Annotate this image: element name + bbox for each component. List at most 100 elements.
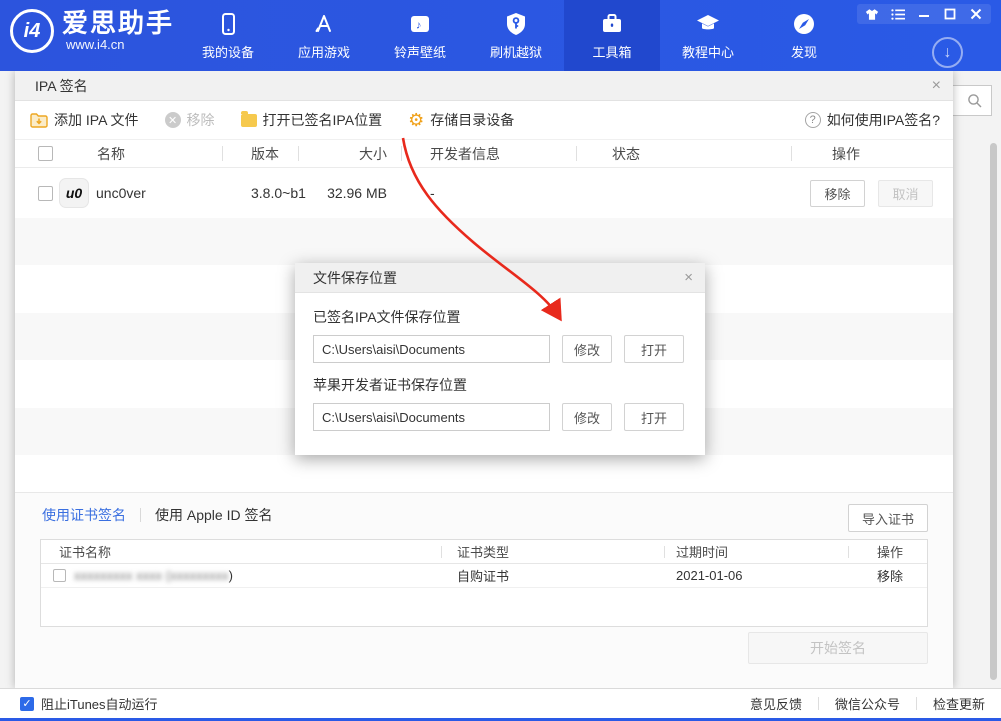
shirt-icon (865, 8, 879, 21)
phone-icon (215, 11, 241, 37)
cert-name-redacted: xxxxxxxxx xxxx (xxxxxxxxx (74, 568, 229, 583)
tab-cert-sign[interactable]: 使用证书签名 (42, 505, 126, 525)
cert-type: 自购证书 (442, 566, 664, 585)
graduation-cap-icon (695, 11, 721, 37)
minimize-button[interactable] (913, 6, 935, 22)
question-icon: ? (805, 112, 821, 128)
dev-cert-modify-button[interactable]: 修改 (562, 403, 612, 431)
row-remove-button[interactable]: 移除 (810, 180, 865, 207)
dev-cert-location-label: 苹果开发者证书保存位置 (313, 375, 687, 395)
developer-info: - (402, 185, 576, 201)
app-size: 32.96 MB (299, 185, 387, 201)
appstore-icon (311, 11, 337, 37)
col-cert-expire: 过期时间 (665, 542, 848, 561)
app-window: i4 爱思助手 www.i4.cn 我的设备 应用游戏 ♪ 铃声壁纸 刷机越狱 (0, 0, 1001, 721)
cert-remove-link[interactable]: 移除 (849, 566, 927, 585)
import-cert-button[interactable]: 导入证书 (848, 504, 928, 532)
gear-icon: ⚙ (408, 111, 424, 129)
col-developer: 开发者信息 (402, 144, 576, 164)
row-checkbox[interactable] (38, 186, 53, 201)
help-link[interactable]: ? 如何使用IPA签名? (805, 110, 940, 130)
brand-name: 爱思助手 (62, 9, 174, 37)
cert-table-header: 证书名称 证书类型 过期时间 操作 (41, 540, 927, 564)
col-name: 名称 (60, 144, 222, 164)
maximize-button[interactable] (939, 6, 961, 22)
nav-item-discover[interactable]: 发现 (756, 0, 852, 71)
window-controls (857, 4, 991, 24)
storage-dir-button[interactable]: ⚙ 存储目录设备 (408, 110, 514, 130)
panel-toolbar: 添加 IPA 文件 ✕ 移除 打开已签名IPA位置 ⚙ 存储目录设备 ? 如何使… (15, 101, 953, 140)
scrollbar[interactable] (990, 143, 997, 680)
theme-skin-button[interactable] (861, 6, 883, 22)
col-status: 状态 (577, 144, 791, 164)
nav-item-toolbox[interactable]: 工具箱 (564, 0, 660, 71)
search-icon (967, 93, 983, 109)
cert-checkbox[interactable] (53, 569, 66, 582)
block-itunes-toggle[interactable]: ✓ 阻止iTunes自动运行 (20, 694, 158, 713)
check-update-link[interactable]: 检查更新 (933, 694, 985, 713)
down-arrow-icon: ↓ (944, 44, 952, 62)
col-cert-operation: 操作 (849, 542, 927, 561)
shield-key-icon (503, 11, 529, 37)
add-ipa-button[interactable]: 添加 IPA 文件 (30, 110, 139, 130)
folder-icon (241, 114, 257, 127)
dev-cert-open-button[interactable]: 打开 (624, 403, 684, 431)
close-icon (970, 8, 982, 20)
toolbox-icon (599, 11, 625, 37)
menu-list-icon (891, 8, 906, 21)
panel-close-icon[interactable]: × (932, 78, 941, 94)
panel-titlebar: IPA 签名 × (15, 71, 953, 101)
close-button[interactable] (965, 6, 987, 22)
dialog-close-icon[interactable]: × (684, 269, 693, 286)
col-size: 大小 (299, 144, 387, 164)
table-row[interactable]: u0 unc0ver 3.8.0~b1 32.96 MB - 移除 取消 (15, 168, 953, 218)
app-header: i4 爱思助手 www.i4.cn 我的设备 应用游戏 ♪ 铃声壁纸 刷机越狱 (0, 0, 1001, 71)
status-bar: ✓ 阻止iTunes自动运行 意见反馈 微信公众号 检查更新 (0, 688, 1001, 718)
unc0ver-app-icon: u0 (59, 178, 89, 208)
sign-tabs: 使用证书签名 使用 Apple ID 签名 (42, 505, 272, 525)
start-sign-button[interactable]: 开始签名 (748, 632, 928, 664)
signed-ipa-modify-button[interactable]: 修改 (562, 335, 612, 363)
col-operation: 操作 (792, 144, 953, 164)
cert-row[interactable]: xxxxxxxxx xxxx (xxxxxxxxx ) 自购证书 2021-01… (41, 564, 927, 588)
remove-button[interactable]: ✕ 移除 (165, 110, 215, 130)
nav-item-my-device[interactable]: 我的设备 (180, 0, 276, 71)
sign-section: 使用证书签名 使用 Apple ID 签名 导入证书 证书名称 证书类型 过期时… (15, 492, 953, 688)
dev-cert-location-input[interactable] (313, 403, 550, 431)
open-signed-location-button[interactable]: 打开已签名IPA位置 (241, 110, 383, 130)
panel-title: IPA 签名 (35, 76, 88, 96)
signed-ipa-location-label: 已签名IPA文件保存位置 (313, 307, 687, 327)
dialog-titlebar: 文件保存位置 × (295, 263, 705, 293)
app-version: 3.8.0~b1 (223, 185, 298, 201)
nav-item-jailbreak[interactable]: 刷机越狱 (468, 0, 564, 71)
col-version: 版本 (223, 144, 298, 164)
tab-appleid-sign[interactable]: 使用 Apple ID 签名 (155, 505, 272, 525)
app-logo[interactable]: i4 爱思助手 www.i4.cn (10, 9, 174, 53)
compass-icon (791, 11, 817, 37)
feedback-link[interactable]: 意见反馈 (750, 694, 802, 713)
app-name: unc0ver (96, 185, 146, 201)
signed-ipa-location-input[interactable] (313, 335, 550, 363)
checked-checkbox-icon[interactable]: ✓ (20, 697, 34, 711)
main-nav: 我的设备 应用游戏 ♪ 铃声壁纸 刷机越狱 工具箱 教程中心 (180, 0, 852, 71)
wechat-link[interactable]: 微信公众号 (835, 694, 900, 713)
row-cancel-button[interactable]: 取消 (878, 180, 933, 207)
download-manager-button[interactable]: ↓ (932, 37, 963, 68)
logo-icon: i4 (10, 9, 54, 53)
maximize-icon (944, 8, 956, 20)
brand-url: www.i4.cn (66, 37, 174, 52)
col-cert-type: 证书类型 (442, 542, 664, 561)
nav-item-ringtone-wallpaper[interactable]: ♪ 铃声壁纸 (372, 0, 468, 71)
folder-add-icon (30, 112, 48, 128)
col-cert-name: 证书名称 (41, 542, 441, 561)
svg-text:♪: ♪ (416, 19, 422, 31)
dialog-title: 文件保存位置 (313, 268, 397, 288)
select-all-checkbox[interactable] (38, 146, 53, 161)
nav-item-tutorial-center[interactable]: 教程中心 (660, 0, 756, 71)
cert-table: 证书名称 证书类型 过期时间 操作 xxxxxxxxx xxxx (xxxxxx… (40, 539, 928, 627)
menu-button[interactable] (887, 6, 909, 22)
signed-ipa-open-button[interactable]: 打开 (624, 335, 684, 363)
nav-item-app-games[interactable]: 应用游戏 (276, 0, 372, 71)
minimize-icon (918, 8, 930, 20)
ipa-table-header: 名称 版本 大小 开发者信息 状态 操作 (15, 140, 953, 168)
